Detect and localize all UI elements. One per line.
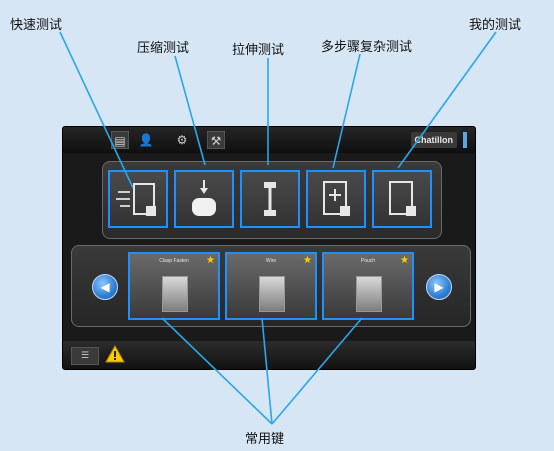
brand-mark (463, 132, 467, 148)
star-icon: ★ (303, 255, 312, 266)
favorite-title: Clasp Fasten (159, 258, 189, 264)
my-tests-tile[interactable] (372, 170, 432, 228)
settings-icon[interactable]: ⚙ (173, 131, 191, 149)
callout-my-tests: 我的测试 (469, 18, 522, 33)
multi-step-test-tile[interactable] (306, 170, 366, 228)
favorite-card[interactable]: Wire ★ (225, 252, 317, 320)
callout-quick-test: 快速测试 (10, 18, 63, 33)
arrow-left-icon: ◀ (100, 280, 110, 294)
favorite-thumbnail (162, 276, 188, 312)
multi-step-icon (323, 181, 350, 216)
document-icon[interactable]: ▤ (111, 131, 129, 149)
favorite-card[interactable]: Pouch ★ (322, 252, 414, 320)
compression-icon (192, 180, 216, 216)
tensile-icon (264, 182, 276, 216)
menu-button[interactable]: ☰ (71, 347, 99, 365)
callout-tensile-test: 拉伸测试 (232, 43, 285, 58)
next-arrow-button[interactable]: ▶ (426, 274, 452, 300)
favorite-card[interactable]: Clasp Fasten ★ (128, 252, 220, 320)
arrow-right-icon: ▶ (434, 280, 444, 294)
callout-multi-step-test: 多步骤复杂测试 (321, 40, 413, 55)
star-icon: ★ (206, 255, 215, 266)
device-screen: ▤ 👤 ⚙ ⚒ Chatillon ◀ Clasp Fasten ★ Wire … (62, 126, 476, 370)
user-icon[interactable]: 👤 (137, 131, 155, 149)
previous-arrow-button[interactable]: ◀ (92, 274, 118, 300)
favorite-title: Pouch (360, 258, 376, 264)
compression-test-tile[interactable] (174, 170, 234, 228)
bottom-bar: ☰ (63, 341, 475, 369)
favorites-panel: ◀ Clasp Fasten ★ Wire ★ Pouch ★ ▶ (71, 245, 471, 327)
my-tests-icon (389, 181, 416, 216)
favorite-title: Wire (265, 258, 277, 264)
top-bar: ▤ 👤 ⚙ ⚒ Chatillon (63, 127, 475, 153)
tensile-test-tile[interactable] (240, 170, 300, 228)
callout-favorites: 常用键 (245, 432, 285, 447)
brand-logo: Chatillon (410, 132, 457, 148)
quick-test-tile[interactable] (108, 170, 168, 228)
test-panel (102, 161, 442, 239)
warning-icon[interactable] (105, 345, 125, 363)
tools-icon[interactable]: ⚒ (207, 131, 225, 149)
quick-test-icon (116, 183, 156, 216)
favorite-thumbnail (259, 276, 285, 312)
callout-compression-test: 压缩测试 (137, 41, 190, 56)
star-icon: ★ (400, 255, 409, 266)
favorite-thumbnail (356, 276, 382, 312)
